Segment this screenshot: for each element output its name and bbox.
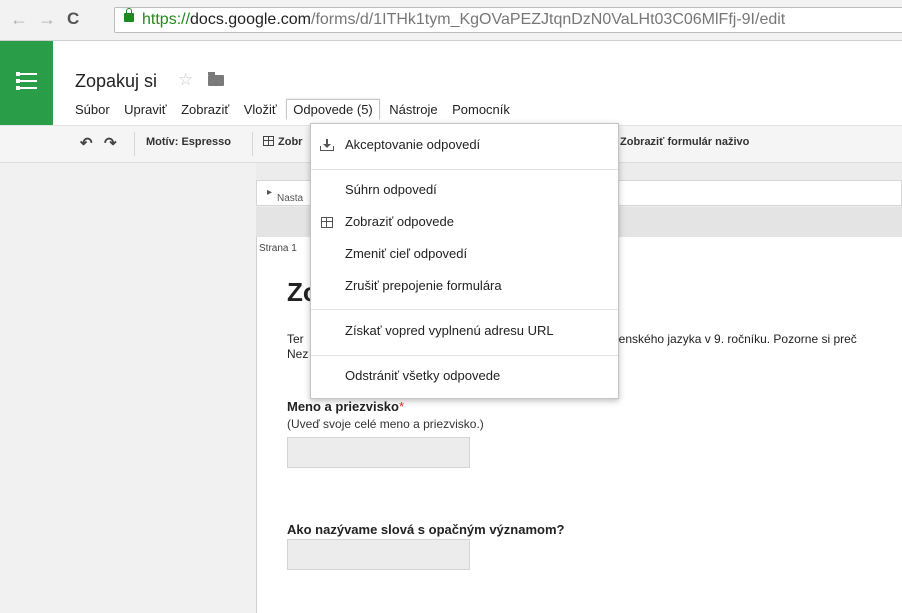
menu-divider [311,309,618,310]
toolbar-divider [252,132,253,156]
toolbar-divider [134,132,135,156]
document-title[interactable]: Zopakuj si [75,71,157,92]
view-live-form-button[interactable]: Zobraziť formulár naživo [620,136,749,148]
undo-icon[interactable]: ↶ [80,134,93,152]
menu-item-summary[interactable]: Súhrn odpovedí [311,178,618,202]
menu-item-unlink-form[interactable]: Zrušiť prepojenie formulára [311,274,618,298]
question-help-text: (Uveď svoje celé meno a priezvisko.) [287,417,484,431]
back-icon[interactable]: ← [10,8,28,30]
accept-responses-icon [320,139,334,151]
folder-icon[interactable] [208,72,224,86]
menu-view[interactable]: Zobraziť [176,99,234,120]
url-text: https://docs.google.com/forms/d/1ITHk1ty… [142,11,786,28]
menu-insert[interactable]: Vložiť [239,99,282,120]
menu-item-prefilled-url[interactable]: Získať vopred vyplnenú adresu URL [311,319,618,343]
menu-file[interactable]: Súbor [70,99,115,120]
view-responses-button[interactable]: Zobr [263,136,302,148]
lock-icon [124,8,134,22]
menu-item-accept-responses[interactable]: Akceptovanie odpovedí [311,133,618,157]
menu-edit[interactable]: Upraviť [119,99,171,120]
menu-item-change-destination[interactable]: Zmeniť cieľ odpovedí [311,242,618,266]
required-marker: * [398,399,405,414]
menu-divider [311,355,618,356]
menu-divider [311,169,618,170]
form-description-line2[interactable]: Nez [287,347,308,361]
window: ← → C https://docs.google.com/forms/d/1I… [0,0,902,613]
responses-dropdown-menu: Akceptovanie odpovedí Súhrn odpovedí Zob… [310,123,619,399]
table-icon [263,136,274,146]
menu-responses[interactable]: Odpovede (5) [286,99,380,120]
table-icon [321,217,333,228]
star-icon[interactable]: ☆ [178,70,193,90]
browser-toolbar: ← → C https://docs.google.com/forms/d/1I… [0,0,902,41]
menu-item-view-responses[interactable]: Zobraziť odpovede [311,210,618,234]
address-bar[interactable]: https://docs.google.com/forms/d/1ITHk1ty… [114,7,902,33]
question-title[interactable]: Ako nazývame slová s opačným významom? [287,522,564,537]
menu-bar: Súbor Upraviť Zobraziť Vložiť Odpovede (… [70,99,515,121]
page-label: Strana 1 [259,243,297,254]
menu-tools[interactable]: Nástroje [384,99,442,120]
answer-field-name[interactable] [287,437,470,468]
redo-icon[interactable]: ↷ [104,134,117,152]
menu-help[interactable]: Pomocník [447,99,515,120]
reload-icon[interactable]: C [67,8,79,30]
menu-item-delete-all[interactable]: Odstrániť všetky odpovede [311,364,618,388]
question-title[interactable]: Meno a priezvisko* [287,399,404,414]
forms-logo-icon[interactable] [0,41,53,125]
answer-field-antonyms[interactable] [287,539,470,570]
settings-label: ▸ Nasta [267,187,304,204]
left-panel [0,163,256,613]
app-header: Zopakuj si ☆ Súbor Upraviť Zobraziť Vlož… [0,41,902,126]
forward-icon[interactable]: → [38,8,56,30]
theme-button[interactable]: Motív: Espresso [146,136,231,148]
